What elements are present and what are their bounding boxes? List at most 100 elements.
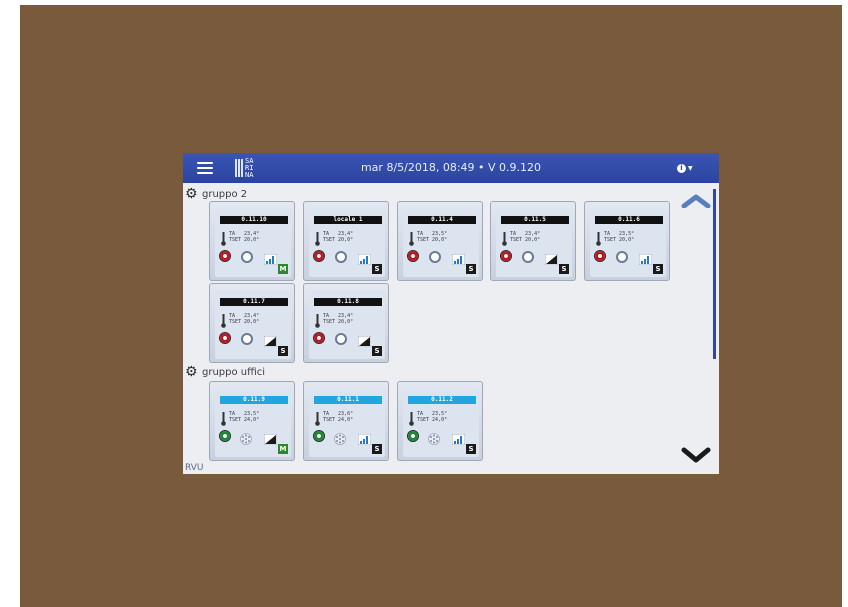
signal-bars-icon[interactable] bbox=[357, 250, 372, 266]
footer-label: RVU bbox=[185, 463, 204, 473]
tset-reading: TSET 20,0° bbox=[229, 319, 260, 325]
tset-reading: TSET 20,0° bbox=[229, 237, 260, 243]
panel-readings: TA 23,5° TSET 24,0° bbox=[417, 411, 447, 423]
thermometer-icon bbox=[409, 231, 414, 246]
power-icon[interactable] bbox=[595, 251, 605, 261]
mode-badge: S bbox=[466, 444, 476, 454]
panel-name: locale 1 bbox=[314, 216, 382, 224]
mode-badge: S bbox=[466, 264, 476, 274]
panel-name: 0.11.9 bbox=[220, 396, 288, 404]
power-icon[interactable] bbox=[314, 333, 324, 343]
tset-reading: TSET 24,0° bbox=[229, 417, 260, 423]
power-icon[interactable] bbox=[220, 431, 230, 441]
group-label: gruppo 2 bbox=[202, 188, 248, 200]
thermostat-panel[interactable]: 0.11.8 TA 23,4° TSET 20,0° S bbox=[303, 283, 389, 363]
thermostat-panel[interactable]: 0.11.1 TA 23,6° TSET 24,0° S bbox=[303, 381, 389, 461]
chevron-down-icon bbox=[681, 447, 711, 463]
panel-readings: TA 23,4° TSET 20,0° bbox=[510, 231, 540, 243]
thermometer-icon bbox=[596, 231, 601, 246]
panel-name: 0.11.6 bbox=[595, 216, 663, 224]
thermostat-panel[interactable]: 0.11.7 TA 23,4° TSET 20,0° S bbox=[209, 283, 295, 363]
thermostat-panel[interactable]: 0.11.10 TA 23,4° TSET 20,0° M bbox=[209, 201, 295, 281]
group-header[interactable]: ⚙ gruppo uffici bbox=[185, 365, 265, 379]
panel-readings: TA 23,5° TSET 20,0° bbox=[417, 231, 447, 243]
ramp-icon[interactable] bbox=[357, 332, 372, 348]
ring-icon[interactable] bbox=[522, 251, 534, 263]
datetime-version: mar 8/5/2018, 08:49 • V 0.9.120 bbox=[360, 161, 542, 174]
mode-badge: S bbox=[372, 264, 382, 274]
signal-bars-icon[interactable] bbox=[638, 250, 653, 266]
panel-name: 0.11.10 bbox=[220, 216, 288, 224]
thermostat-panel[interactable]: 0.11.2 TA 23,5° TSET 24,0° S bbox=[397, 381, 483, 461]
device-frame: SA RI NA mar 8/5/2018, 08:49 • V 0.9.120… bbox=[20, 5, 842, 607]
ramp-icon[interactable] bbox=[544, 250, 559, 266]
mode-badge: S bbox=[372, 444, 382, 454]
ring-icon[interactable] bbox=[335, 333, 347, 345]
info-button[interactable]: i ▼ bbox=[677, 159, 699, 177]
panel-readings: TA 23,6° TSET 24,0° bbox=[323, 411, 353, 423]
mode-badge: S bbox=[559, 264, 569, 274]
panel-name: 0.11.7 bbox=[220, 298, 288, 306]
gear-icon[interactable]: ⚙ bbox=[185, 187, 199, 201]
power-icon[interactable] bbox=[220, 251, 230, 261]
ramp-icon[interactable] bbox=[263, 332, 278, 348]
tset-reading: TSET 24,0° bbox=[417, 417, 448, 423]
scroll-up-button[interactable] bbox=[679, 191, 713, 211]
gear-icon[interactable]: ⚙ bbox=[185, 365, 199, 379]
ring-icon[interactable] bbox=[429, 251, 441, 263]
power-icon[interactable] bbox=[314, 251, 324, 261]
thermostat-panel[interactable]: 0.11.6 TA 23,5° TSET 20,0° S bbox=[584, 201, 670, 281]
info-icon: i bbox=[677, 163, 686, 173]
top-bar: SA RI NA mar 8/5/2018, 08:49 • V 0.9.120… bbox=[183, 153, 719, 183]
tset-reading: TSET 20,0° bbox=[510, 237, 541, 243]
panel-readings: TA 23,4° TSET 20,0° bbox=[229, 313, 259, 325]
thermostat-panel[interactable]: 0.11.4 TA 23,5° TSET 20,0° S bbox=[397, 201, 483, 281]
tset-reading: TSET 20,0° bbox=[323, 319, 354, 325]
thermometer-icon bbox=[502, 231, 507, 246]
mode-badge: S bbox=[653, 264, 663, 274]
ring-icon[interactable] bbox=[335, 251, 347, 263]
panel-name: 0.11.8 bbox=[314, 298, 382, 306]
thermostat-panel[interactable]: 0.11.5 TA 23,4° TSET 20,0° S bbox=[490, 201, 576, 281]
tset-reading: TSET 20,0° bbox=[323, 237, 354, 243]
panel-readings: TA 23,4° TSET 20,0° bbox=[323, 313, 353, 325]
ring-icon[interactable] bbox=[241, 251, 253, 263]
power-icon[interactable] bbox=[408, 431, 418, 441]
signal-bars-icon[interactable] bbox=[263, 250, 278, 266]
power-icon[interactable] bbox=[314, 431, 324, 441]
ring-icon[interactable] bbox=[616, 251, 628, 263]
caret-down-icon: ▼ bbox=[688, 164, 693, 172]
thermostat-panel[interactable]: 0.11.9 TA 23,5° TSET 24,0° M bbox=[209, 381, 295, 461]
fan-icon[interactable] bbox=[240, 430, 252, 445]
thermostat-panel[interactable]: locale 1 TA 23,4° TSET 20,0° S bbox=[303, 201, 389, 281]
panel-name: 0.11.5 bbox=[501, 216, 569, 224]
panel-name: 0.11.4 bbox=[408, 216, 476, 224]
signal-bars-icon[interactable] bbox=[357, 430, 372, 446]
group-header[interactable]: ⚙ gruppo 2 bbox=[185, 187, 247, 201]
mode-badge: S bbox=[278, 346, 288, 356]
panel-name: 0.11.1 bbox=[314, 396, 382, 404]
ring-icon[interactable] bbox=[241, 333, 253, 345]
power-icon[interactable] bbox=[220, 333, 230, 343]
thermometer-icon bbox=[221, 231, 226, 246]
power-icon[interactable] bbox=[408, 251, 418, 261]
ramp-icon[interactable] bbox=[263, 430, 278, 446]
scrollbar[interactable] bbox=[713, 189, 716, 359]
scroll-down-button[interactable] bbox=[679, 445, 713, 465]
panel-readings: TA 23,4° TSET 20,0° bbox=[323, 231, 353, 243]
signal-bars-icon[interactable] bbox=[451, 430, 466, 446]
thermometer-icon bbox=[315, 411, 320, 426]
thermometer-icon bbox=[315, 313, 320, 328]
tset-reading: TSET 24,0° bbox=[323, 417, 354, 423]
power-icon[interactable] bbox=[501, 251, 511, 261]
fan-icon[interactable] bbox=[428, 430, 440, 445]
thermometer-icon bbox=[221, 313, 226, 328]
signal-bars-icon[interactable] bbox=[451, 250, 466, 266]
thermometer-icon bbox=[315, 231, 320, 246]
fan-icon[interactable] bbox=[334, 430, 346, 445]
mode-badge: M bbox=[278, 444, 288, 454]
panel-readings: TA 23,5° TSET 20,0° bbox=[604, 231, 634, 243]
chevron-up-icon bbox=[681, 194, 711, 208]
panel-readings: TA 23,5° TSET 24,0° bbox=[229, 411, 259, 423]
thermometer-icon bbox=[409, 411, 414, 426]
